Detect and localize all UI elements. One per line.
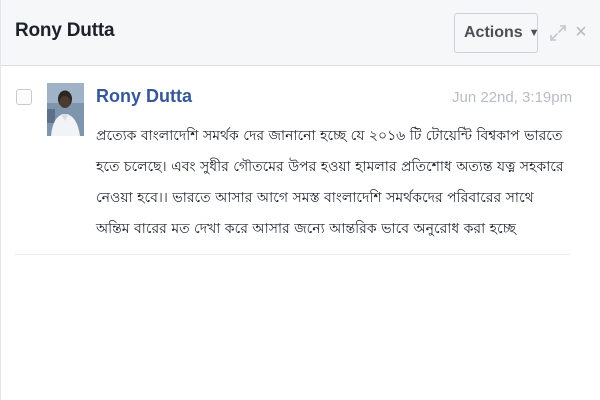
message-item: Rony Dutta Jun 22nd, 3:19pm প্রত্যেক বাং… (1, 66, 600, 256)
conversation-title: Rony Dutta (15, 20, 115, 41)
expand-icon[interactable] (549, 24, 567, 42)
message-body: প্রত্যেক বাংলাদেশি সমর্থক দের জানানো হচ্… (96, 128, 564, 237)
profile-photo (47, 83, 84, 136)
avatar[interactable] (47, 83, 84, 136)
actions-label: Actions (464, 24, 523, 41)
close-icon[interactable]: × (572, 22, 590, 42)
chevron-down-icon: ▼ (528, 27, 540, 39)
sender-name-link[interactable]: Rony Dutta (96, 86, 192, 107)
message-checkbox[interactable] (16, 89, 32, 105)
message-window: Rony Dutta Actions ▼ × Rony Dutta Jun 22… (0, 0, 600, 400)
message-divider (15, 254, 570, 255)
conversation-header: Rony Dutta Actions ▼ × (1, 0, 600, 66)
message-timestamp: Jun 22nd, 3:19pm (452, 89, 573, 106)
actions-button[interactable]: Actions ▼ (454, 13, 540, 53)
